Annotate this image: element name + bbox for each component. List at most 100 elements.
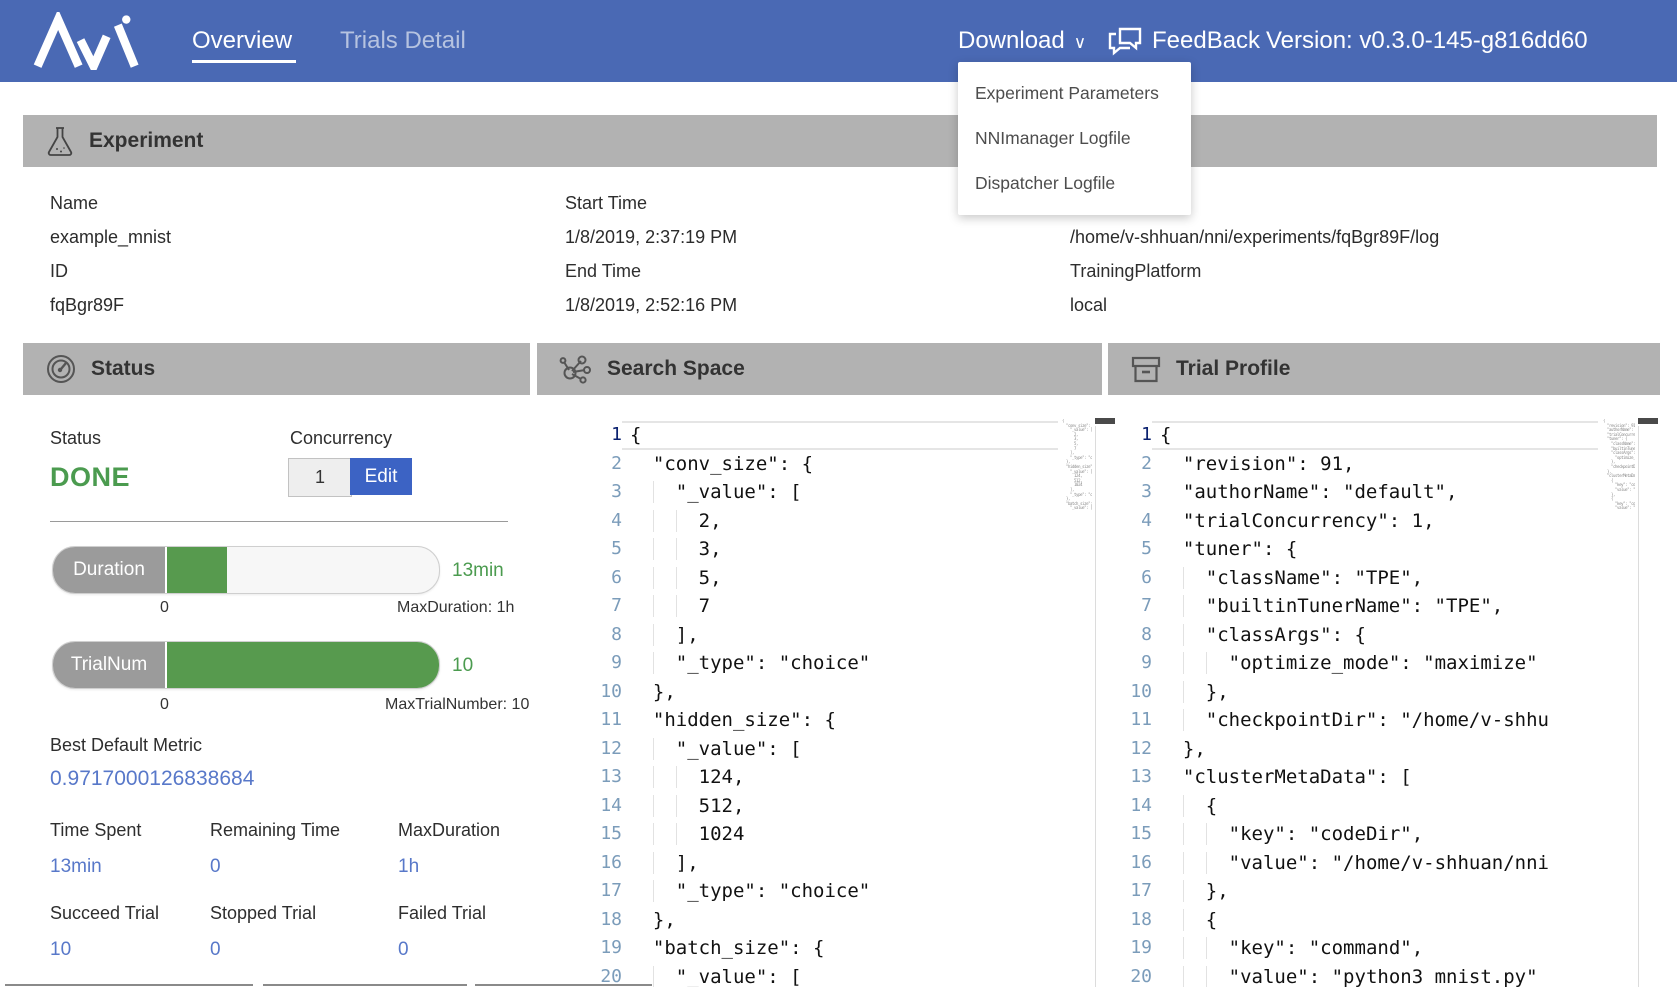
line-number: 11 [560, 706, 622, 735]
code-line[interactable]: 15 1024 [560, 820, 1058, 849]
code-line[interactable]: 20 "_value": [ [560, 963, 1058, 987]
name-label: Name [50, 193, 98, 214]
stat-label: Remaining Time [210, 820, 340, 841]
stat-label: Failed Trial [398, 903, 486, 924]
code-line[interactable]: 13 124, [560, 763, 1058, 792]
code-line[interactable]: 17 }, [1090, 877, 1598, 906]
line-number: 18 [1090, 906, 1152, 935]
stat-label: Time Spent [50, 820, 141, 841]
tab-overview[interactable]: Overview [192, 0, 292, 82]
navbar: Overview Trials Detail Download ∨ FeedBa… [0, 0, 1677, 82]
code-line[interactable]: 15 "key": "codeDir", [1090, 820, 1598, 849]
stat-value: 1h [398, 856, 500, 878]
line-number: 14 [560, 792, 622, 821]
name-value: example_mnist [50, 227, 171, 248]
code-line[interactable]: 2 "conv_size": { [560, 450, 1058, 479]
code-line[interactable]: 16 ], [560, 849, 1058, 878]
code-line[interactable]: 11 "checkpointDir": "/home/v-shhu [1090, 706, 1598, 735]
tab-overview-underline [192, 60, 296, 63]
line-number: 4 [1090, 507, 1152, 536]
line-number: 17 [1090, 877, 1152, 906]
code-line[interactable]: 19 "batch_size": { [560, 934, 1058, 963]
minimap[interactable]: { "conv_size": { "_value": [ 2, 3, 5, 7 … [1062, 419, 1092, 519]
code-line[interactable]: 7 7 [560, 592, 1058, 621]
code-line[interactable]: 5 3, [560, 535, 1058, 564]
code-line[interactable]: 20 "value": "python3 mnist.py" [1090, 963, 1598, 987]
tab-overview-label: Overview [192, 27, 292, 55]
code-line[interactable]: 8 ], [560, 621, 1058, 650]
search-space-header: Search Space [537, 343, 1102, 395]
code-line[interactable]: 5 "tuner": { [1090, 535, 1598, 564]
code-line[interactable]: 6 "className": "TPE", [1090, 564, 1598, 593]
duration-min: 0 [160, 599, 169, 617]
code-line[interactable]: 12 "_value": [ [560, 735, 1058, 764]
trialnum-value: 10 [452, 655, 473, 677]
code-line[interactable]: 8 "classArgs": { [1090, 621, 1598, 650]
code-line[interactable]: 6 5, [560, 564, 1058, 593]
code-line[interactable]: 19 "key": "command", [1090, 934, 1598, 963]
code-line[interactable]: 4 2, [560, 507, 1058, 536]
code-line[interactable]: 18 }, [560, 906, 1058, 935]
code-line[interactable]: 12 }, [1090, 735, 1598, 764]
code-line[interactable]: 4 "trialConcurrency": 1, [1090, 507, 1598, 536]
minimap[interactable]: { "revision": 91, "authorName": "default… [1603, 419, 1635, 519]
version-label: Version: v0.3.0-145-g816dd60 [1266, 27, 1588, 55]
line-number: 13 [1090, 763, 1152, 792]
trial-profile-title: Trial Profile [1176, 357, 1290, 381]
stat-stopped-trial: Stopped Trial 0 [210, 903, 316, 961]
menu-item-nnimanager-logfile[interactable]: NNImanager Logfile [958, 116, 1191, 161]
code-line[interactable]: 14 512, [560, 792, 1058, 821]
code-line[interactable]: 13 "clusterMetaData": [ [1090, 763, 1598, 792]
code-line[interactable]: 3 "authorName": "default", [1090, 478, 1598, 507]
line-number: 10 [1090, 678, 1152, 707]
best-metric-value: 0.9717000126838684 [50, 767, 254, 791]
edit-button[interactable]: Edit [350, 458, 412, 495]
code-line[interactable]: 1{ [560, 421, 1058, 450]
nni-overview-page: Overview Trials Detail Download ∨ FeedBa… [0, 0, 1677, 987]
duration-value: 13min [452, 560, 504, 582]
code-line[interactable]: 18 { [1090, 906, 1598, 935]
download-label: Download [958, 27, 1065, 55]
line-number: 16 [560, 849, 622, 878]
menu-item-dispatcher-logfile[interactable]: Dispatcher Logfile [958, 161, 1191, 206]
editor-scroll-indicator[interactable] [1638, 418, 1658, 424]
line-number: 3 [560, 478, 622, 507]
trial-profile-editor[interactable]: 1{2 "revision": 91,3 "authorName": "defa… [1090, 421, 1598, 987]
log-path-value: /home/v-shhuan/nni/experiments/fqBgr89F/… [1070, 227, 1439, 248]
stat-failed-trial: Failed Trial 0 [398, 903, 486, 961]
code-line[interactable]: 10 }, [1090, 678, 1598, 707]
code-line[interactable]: 17 "_type": "choice" [560, 877, 1058, 906]
line-number: 7 [1090, 592, 1152, 621]
trialnum-max: MaxTrialNumber: 10 [385, 696, 529, 714]
status-value: DONE [50, 462, 130, 493]
status-label: Status [50, 428, 101, 449]
code-line[interactable]: 2 "revision": 91, [1090, 450, 1598, 479]
code-line[interactable]: 16 "value": "/home/v-shhuan/nni [1090, 849, 1598, 878]
duration-max: MaxDuration: 1h [397, 599, 514, 617]
line-number: 4 [560, 507, 622, 536]
code-line[interactable]: 9 "_type": "choice" [560, 649, 1058, 678]
search-space-editor[interactable]: 1{2 "conv_size": {3 "_value": [4 2,5 3,6… [560, 421, 1058, 987]
divider [50, 521, 508, 522]
tab-trials-detail-label: Trials Detail [340, 27, 466, 55]
code-line[interactable]: 10 }, [560, 678, 1058, 707]
code-line[interactable]: 7 "builtinTunerName": "TPE", [1090, 592, 1598, 621]
line-number: 5 [1090, 535, 1152, 564]
line-number: 15 [1090, 820, 1152, 849]
stat-value: 10 [50, 939, 159, 961]
download-menu: Experiment Parameters NNImanager Logfile… [958, 62, 1191, 215]
line-number: 17 [560, 877, 622, 906]
tab-trials-detail[interactable]: Trials Detail [340, 0, 466, 82]
code-line[interactable]: 11 "hidden_size": { [560, 706, 1058, 735]
code-line[interactable]: 1{ [1090, 421, 1598, 450]
menu-item-experiment-parameters[interactable]: Experiment Parameters [958, 71, 1191, 116]
stat-value: 0 [210, 856, 340, 878]
feedback-icon [1106, 25, 1144, 59]
code-line[interactable]: 14 { [1090, 792, 1598, 821]
line-number: 5 [560, 535, 622, 564]
code-line[interactable]: 3 "_value": [ [560, 478, 1058, 507]
stat-remaining-time: Remaining Time 0 [210, 820, 340, 878]
trialnum-min: 0 [160, 696, 169, 714]
code-line[interactable]: 9 "optimize_mode": "maximize" [1090, 649, 1598, 678]
concurrency-input[interactable] [288, 458, 352, 497]
